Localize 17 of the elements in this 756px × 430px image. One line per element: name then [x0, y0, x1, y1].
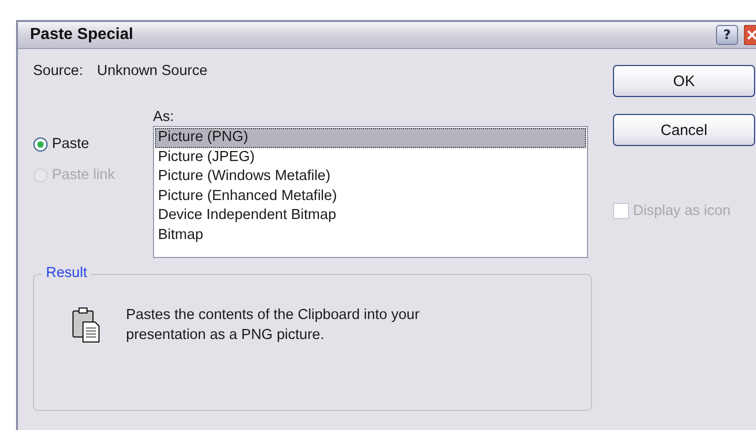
- list-item[interactable]: Picture (JPEG): [155, 148, 586, 167]
- close-icon[interactable]: [744, 25, 756, 45]
- help-button[interactable]: ?: [716, 25, 738, 45]
- dialog-button[interactable]: OK: [613, 65, 755, 97]
- list-item[interactable]: Picture (Enhanced Metafile): [155, 186, 586, 206]
- list-item[interactable]: Picture (Windows Metafile): [155, 167, 586, 186]
- window-title: Paste Special: [29, 26, 134, 44]
- list-item[interactable]: Picture (PNG): [155, 128, 586, 148]
- radio-option[interactable]: Paste: [33, 135, 153, 153]
- result-description: Pastes the contents of the Clipboard into your presentation as a PNG picture.: [126, 306, 420, 345]
- dialog-button[interactable]: Cancel: [613, 114, 755, 146]
- source-value: Unknown Source: [96, 63, 208, 81]
- source-label: Source:: [33, 63, 83, 81]
- list-label: As:: [153, 109, 175, 126]
- list-item[interactable]: Device Independent Bitmap: [155, 206, 586, 226]
- list-item[interactable]: Bitmap: [155, 226, 586, 245]
- clipboard-icon: [72, 307, 100, 343]
